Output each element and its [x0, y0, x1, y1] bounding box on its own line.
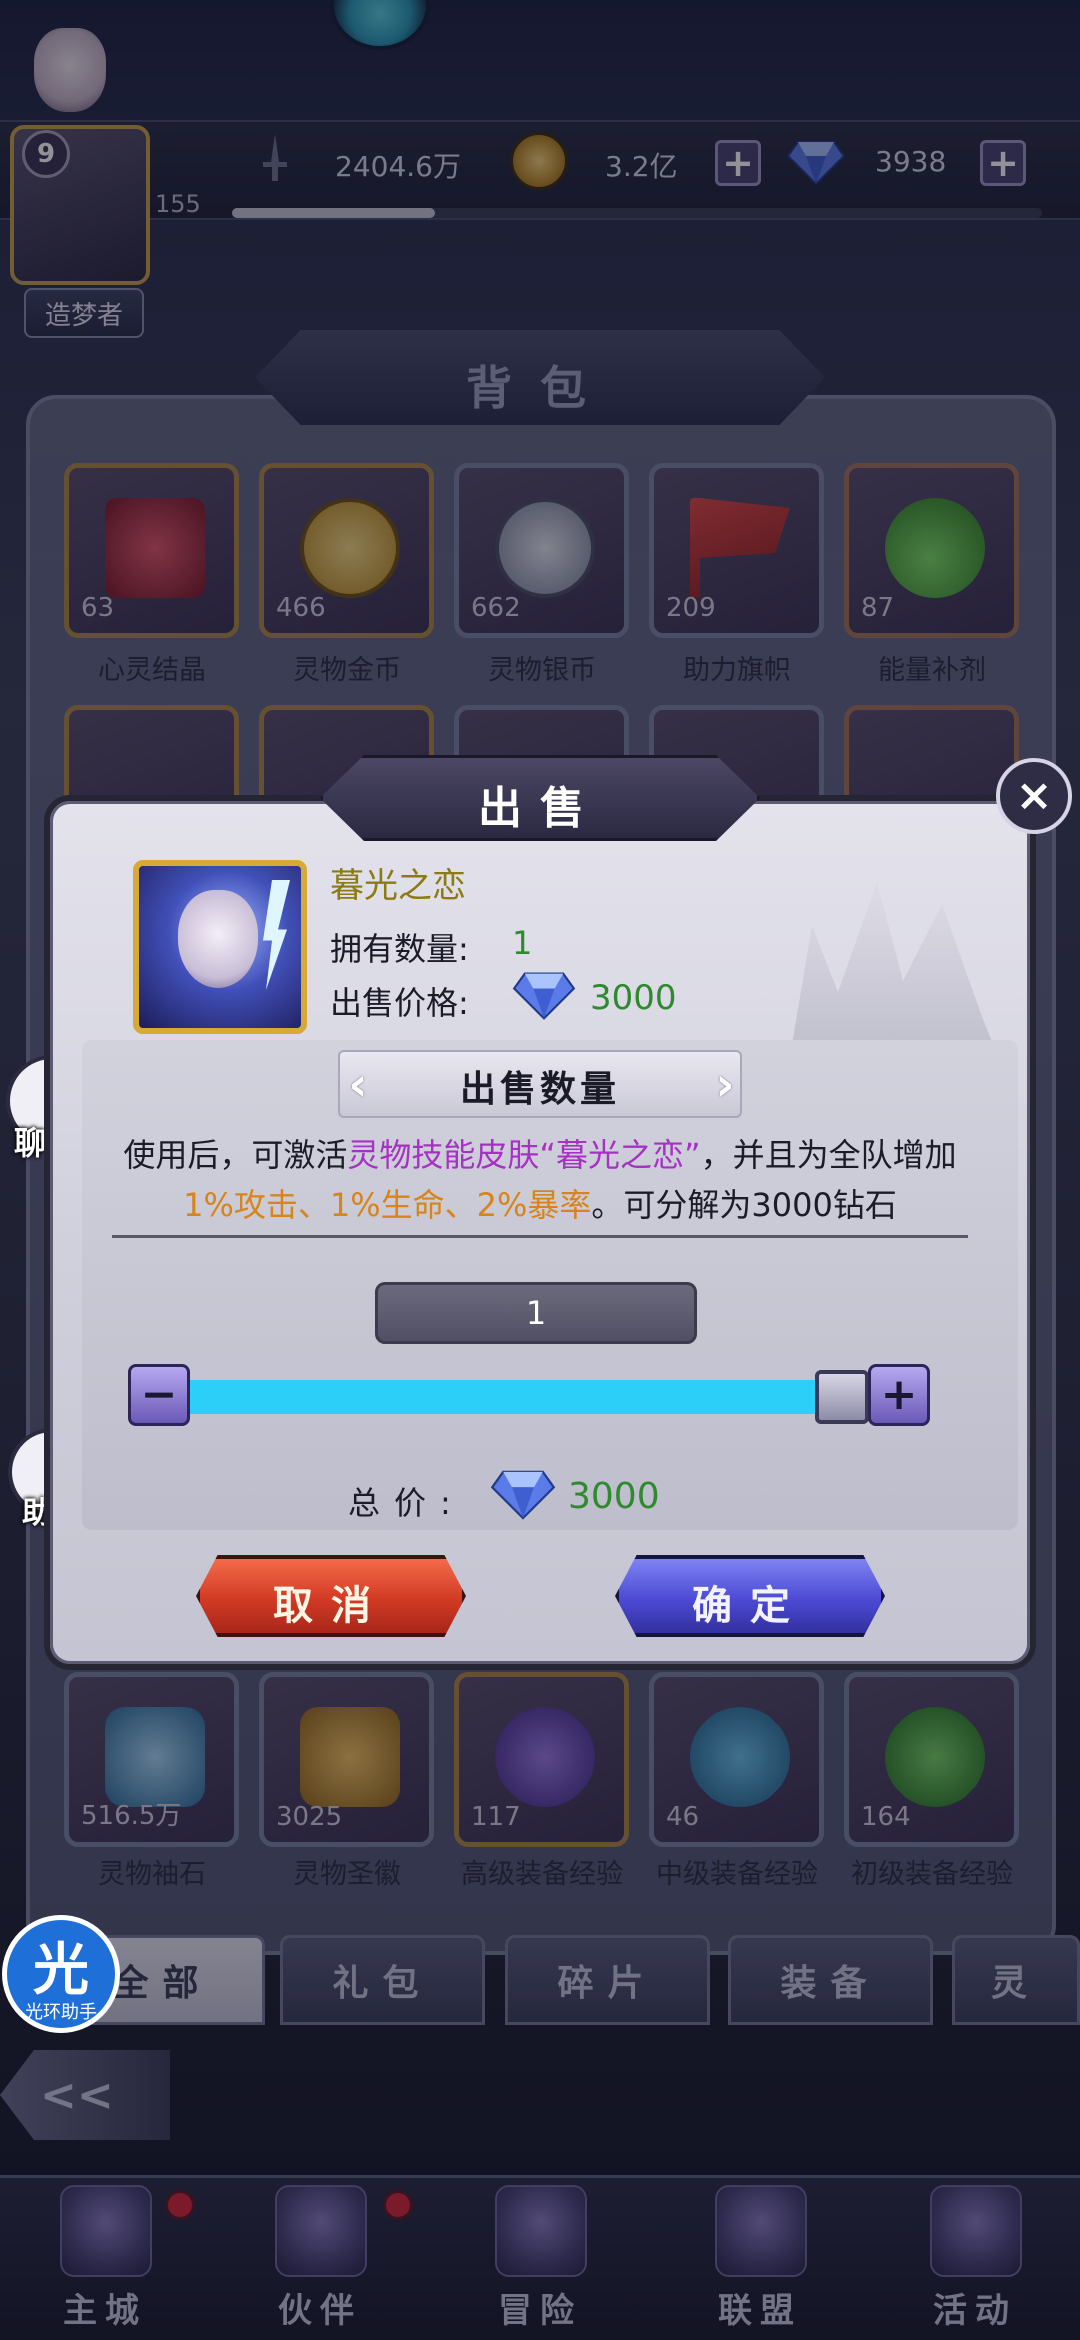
item-description: 使用后，可激活灵物技能皮肤“暮光之恋”，并且为全队增加 1%攻击、1%生命、2%暴… — [100, 1130, 980, 1230]
desc-text: ，并且为全队增加 — [700, 1136, 957, 1174]
quantity-title: 出售数量 — [459, 1069, 620, 1110]
slider-handle[interactable] — [815, 1370, 869, 1424]
desc-text: 。可分解为3000钻石 — [591, 1186, 897, 1224]
owned-label: 拥有数量: — [330, 930, 469, 968]
halo-assistant-label: 光环助手 — [25, 2002, 97, 2023]
close-button[interactable]: × — [996, 758, 1072, 834]
halo-assistant-icon: 光 — [33, 1938, 89, 2003]
increase-button[interactable]: + — [868, 1364, 930, 1426]
desc-stats-highlight: 1%攻击、1%生命、2%暴率 — [183, 1186, 592, 1224]
decrease-button[interactable]: − — [128, 1364, 190, 1426]
total-price-value: 3000 — [568, 1476, 660, 1517]
quantity-slider-fill — [178, 1380, 874, 1414]
desc-skin-highlight: 灵物技能皮肤“暮光之恋” — [347, 1136, 701, 1174]
diamond-icon — [490, 1470, 556, 1520]
dialog-title: 出售 — [478, 783, 602, 834]
price-value: 3000 — [590, 978, 677, 1018]
owned-value: 1 — [512, 924, 533, 962]
divider — [112, 1235, 968, 1238]
item-name: 暮光之恋 — [330, 866, 466, 906]
diamond-icon — [512, 972, 576, 1020]
cancel-button-label[interactable]: 取消 — [196, 1573, 466, 1631]
price-label: 出售价格: — [330, 984, 469, 1022]
character-portrait-icon — [178, 890, 258, 988]
desc-text: 使用后，可激活 — [123, 1136, 348, 1174]
total-price-label: 总价: — [348, 1484, 465, 1522]
quantity-input[interactable]: 1 — [375, 1282, 697, 1344]
confirm-button-label[interactable]: 确定 — [615, 1573, 885, 1631]
